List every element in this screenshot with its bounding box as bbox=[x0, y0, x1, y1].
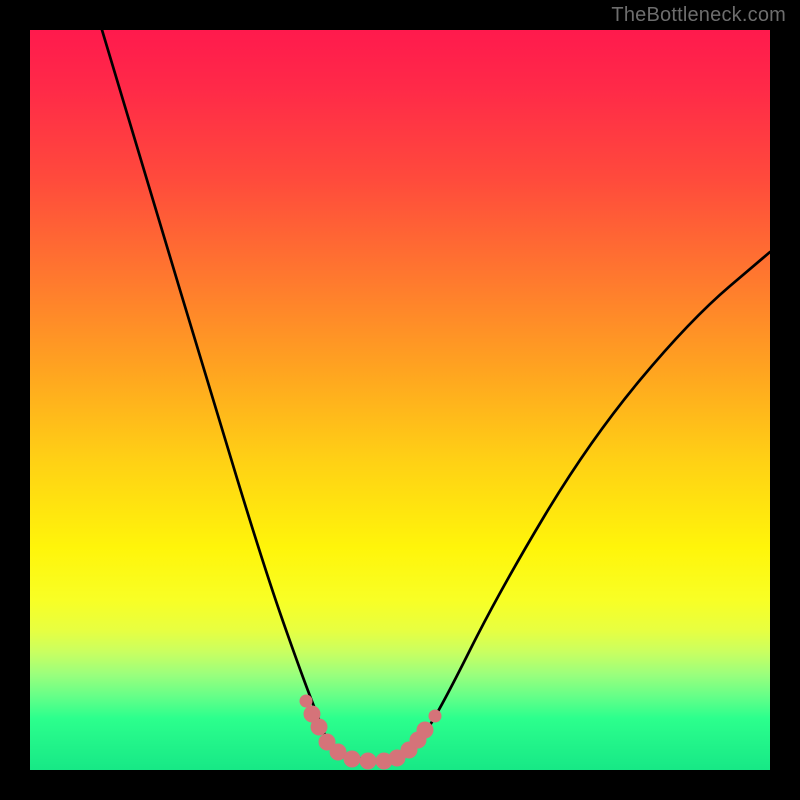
watermark-text: TheBottleneck.com bbox=[611, 4, 786, 27]
curve-layer bbox=[30, 30, 770, 770]
outer-frame: TheBottleneck.com bbox=[0, 0, 800, 800]
marker-dot bbox=[429, 710, 442, 723]
marker-dot bbox=[417, 722, 434, 739]
marker-group bbox=[300, 695, 442, 770]
curve-right-branch bbox=[415, 252, 770, 748]
plot-area bbox=[30, 30, 770, 770]
curve-left-branch bbox=[102, 30, 330, 748]
marker-dot bbox=[311, 719, 328, 736]
marker-dot bbox=[344, 751, 361, 768]
marker-dot bbox=[360, 753, 377, 770]
bottleneck-curve bbox=[102, 30, 770, 760]
marker-dot bbox=[300, 695, 313, 708]
